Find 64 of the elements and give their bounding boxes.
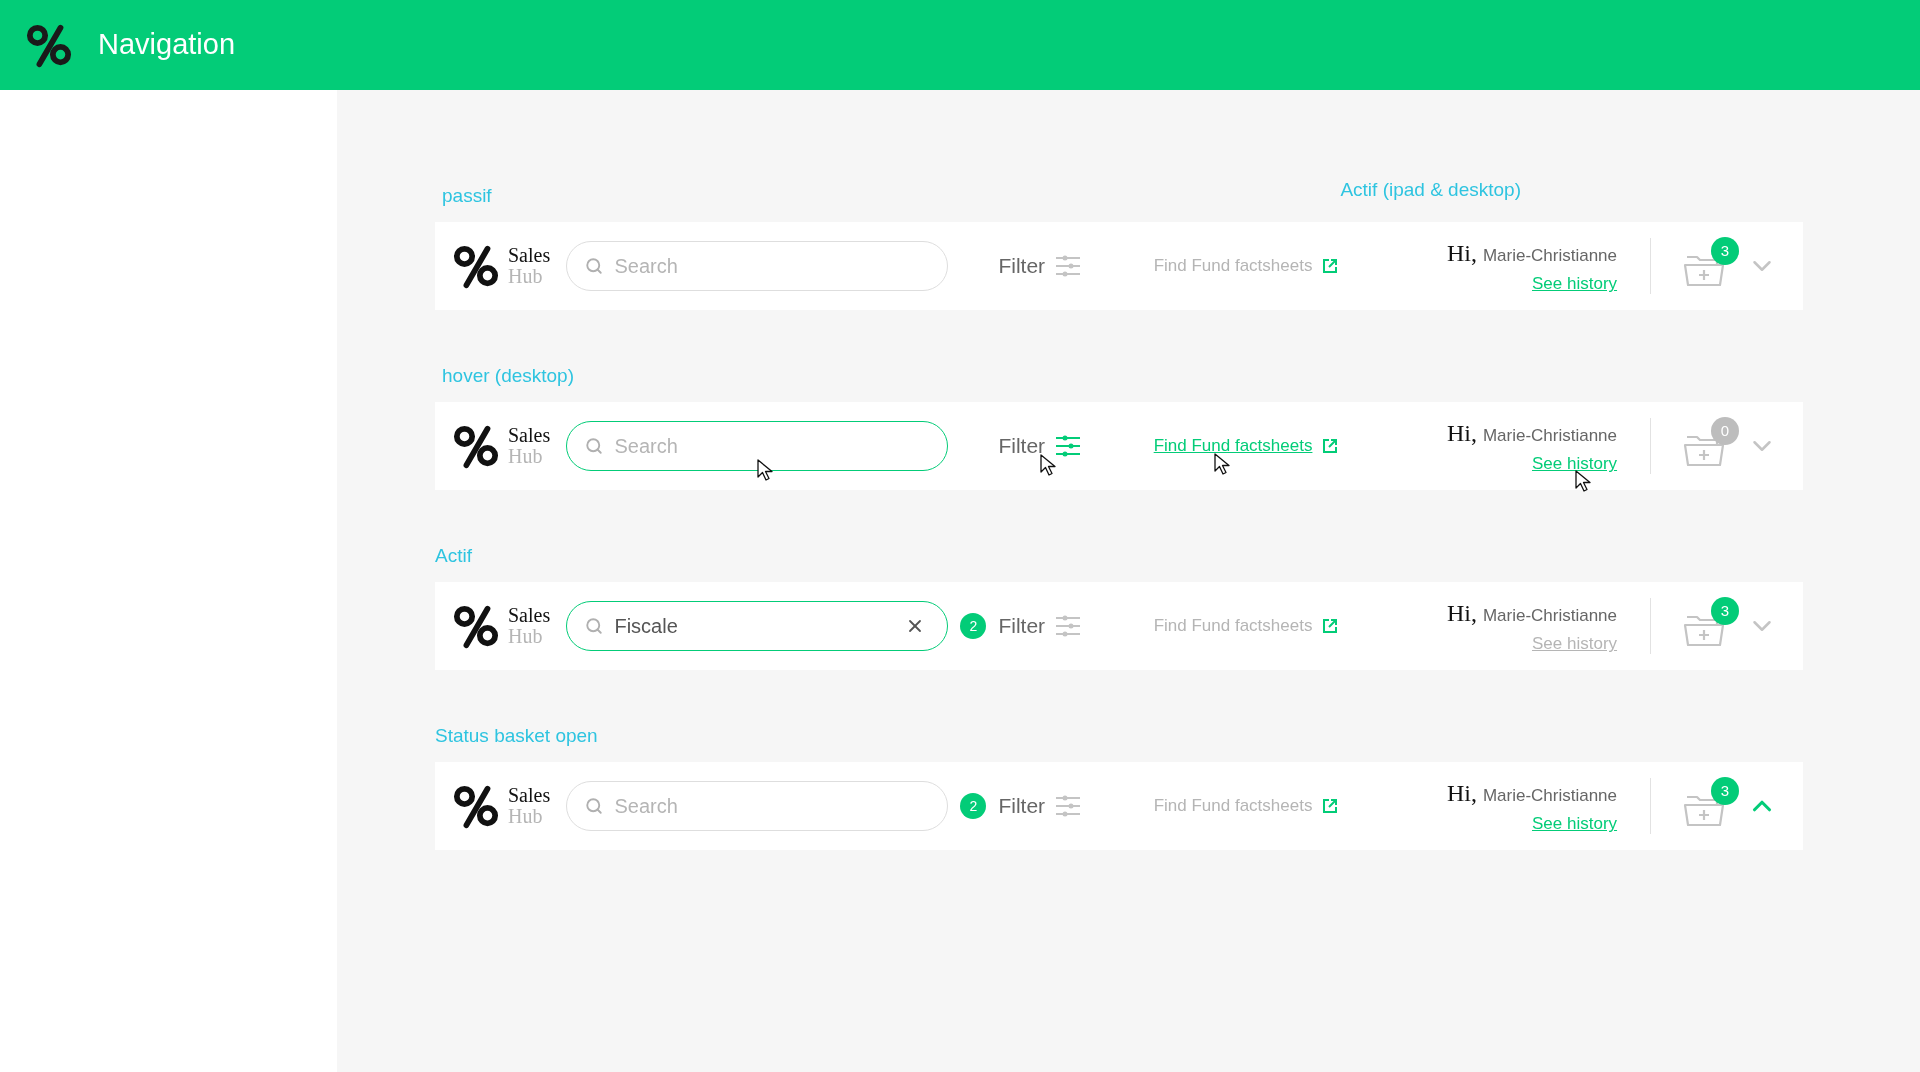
brand-name: Sales <box>508 785 551 806</box>
greeting-text: Hi, <box>1446 239 1477 269</box>
factsheets-link[interactable]: Find Fund factsheets <box>1153 433 1313 459</box>
basket-count-badge: 3 <box>1711 237 1739 265</box>
user-name: Marie-Christianne <box>1482 245 1618 268</box>
percent-logo-icon <box>453 603 499 649</box>
factsheets-link[interactable]: Find Fund factsheets <box>1153 253 1313 279</box>
search-field[interactable]: Search <box>566 421 949 471</box>
user-name: Marie-Christianne <box>1482 785 1618 808</box>
search-icon <box>585 437 604 455</box>
percent-logo-icon <box>453 423 499 469</box>
filter-count-badge: 2 <box>960 793 987 819</box>
filter-button[interactable]: Filter <box>998 610 1082 642</box>
search-field[interactable]: Search <box>566 241 949 291</box>
factsheets-link[interactable]: Find Fund factsheets <box>1153 613 1313 639</box>
section-label: Actif <box>435 543 472 568</box>
factsheets-link[interactable]: Find Fund factsheets <box>1153 793 1313 819</box>
section-label: Status basket open <box>435 723 598 748</box>
search-icon <box>585 617 604 635</box>
basket-count-badge: 0 <box>1711 417 1739 445</box>
percent-logo-icon <box>453 783 499 829</box>
cursor-icon <box>1213 453 1232 476</box>
filter-button[interactable]: Filter <box>998 250 1082 282</box>
cursor-icon <box>757 458 776 481</box>
search-icon <box>585 257 604 275</box>
brand-subtitle: Hub <box>508 266 544 287</box>
search-field[interactable]: Fiscale <box>566 601 949 651</box>
search-input[interactable]: Fiscale <box>614 611 906 641</box>
search-icon <box>585 797 604 815</box>
section-label: Actif (ipad & desktop) <box>1340 177 1521 202</box>
user-name: Marie-Christianne <box>1482 425 1618 448</box>
history-link[interactable]: See history <box>1532 814 1618 834</box>
brand-subtitle: Hub <box>508 626 544 647</box>
header-title: Navigation <box>98 27 236 63</box>
brand-subtitle: Hub <box>508 806 544 827</box>
percent-logo-icon <box>26 22 72 68</box>
search-input[interactable]: Search <box>614 791 926 821</box>
greeting-text: Hi, <box>1446 419 1477 449</box>
external-link-icon <box>1322 438 1339 454</box>
greeting-text: Hi, <box>1446 779 1477 809</box>
basket-count-badge: 3 <box>1711 777 1739 805</box>
external-link-icon <box>1322 798 1339 814</box>
percent-logo-icon <box>453 243 499 289</box>
brand-name: Sales <box>508 425 551 446</box>
greeting-text: Hi, <box>1446 599 1477 629</box>
brand-name: Sales <box>508 605 551 626</box>
filter-button[interactable]: Filter <box>998 790 1082 822</box>
section-label: hover (desktop) <box>442 363 574 388</box>
external-link-icon <box>1322 258 1339 274</box>
external-link-icon <box>1322 618 1339 634</box>
search-input[interactable]: Search <box>614 251 926 281</box>
history-link[interactable]: See history <box>1532 634 1618 654</box>
search-field[interactable]: Search <box>566 781 949 831</box>
search-input[interactable]: Search <box>614 431 926 461</box>
cursor-icon <box>1039 453 1058 476</box>
section-label: passif <box>442 183 492 208</box>
history-link[interactable]: See history <box>1532 454 1618 474</box>
brand-name: Sales <box>508 245 551 266</box>
basket-count-badge: 3 <box>1711 597 1739 625</box>
user-name: Marie-Christianne <box>1482 605 1618 628</box>
filter-count-badge: 2 <box>960 613 987 639</box>
brand-subtitle: Hub <box>508 446 544 467</box>
history-link[interactable]: See history <box>1532 274 1618 294</box>
filter-button[interactable]: Filter <box>998 430 1082 462</box>
